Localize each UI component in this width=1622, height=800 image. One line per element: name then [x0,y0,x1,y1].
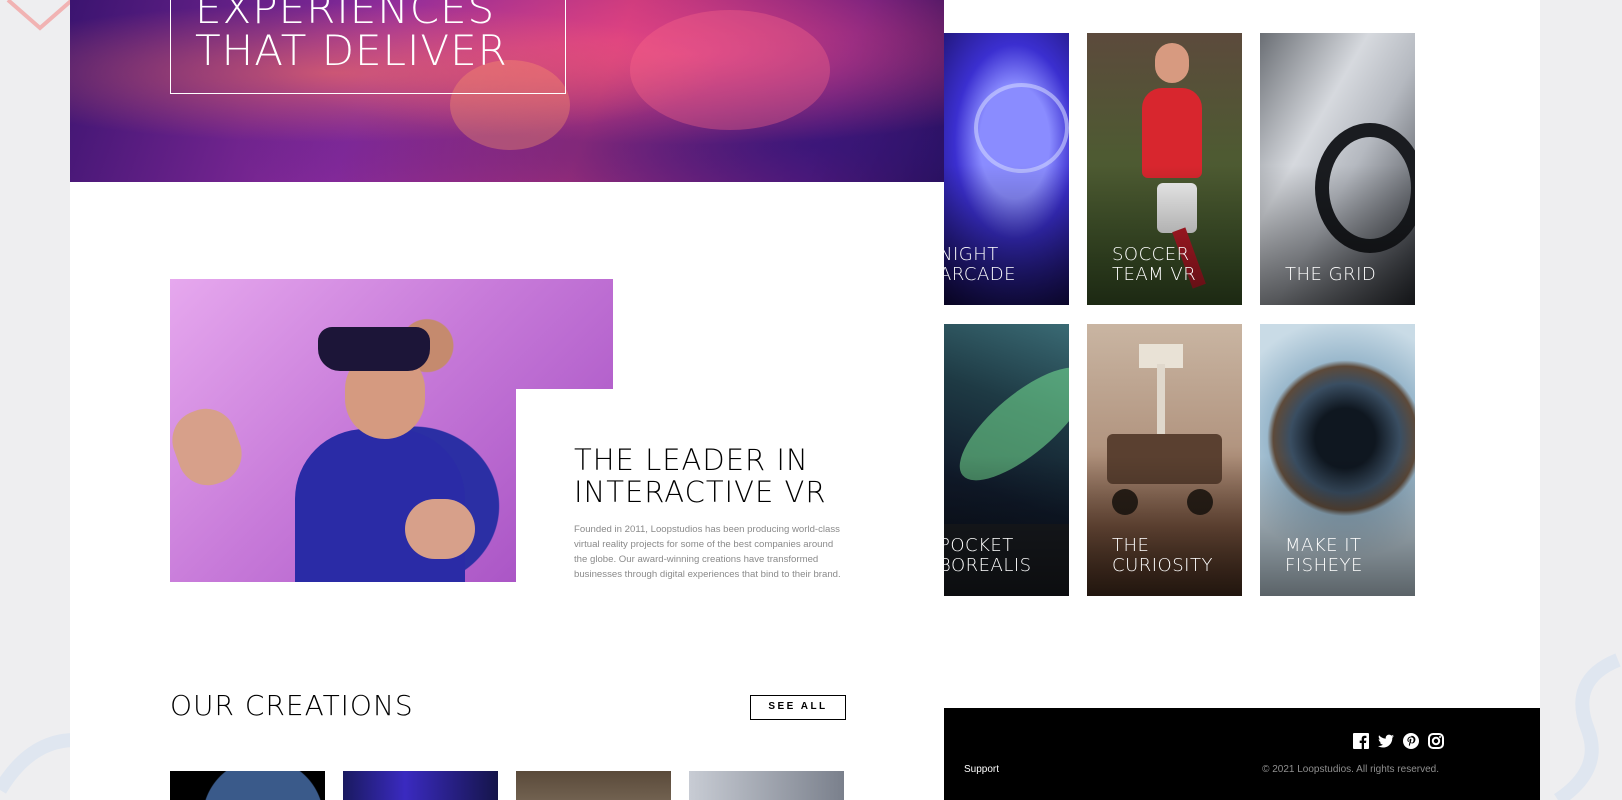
creations-panel: NIGHT ARCADE SOCCER TEAM VR THE GRID POC… [944,0,1540,800]
creation-thumbnail[interactable] [170,771,325,800]
copyright: © 2021 Loopstudios. All rights reserved. [1262,764,1439,775]
twitter-icon[interactable] [1378,733,1394,749]
pinterest-icon[interactable] [1403,733,1419,749]
card-label: SOCCER TEAM VR [1112,244,1197,285]
creation-thumbnail[interactable] [516,771,671,800]
creation-thumbnail[interactable] [689,771,844,800]
hero-title: EXPERIENCES THAT DELIVER [195,0,508,75]
card-label: POCKET BOREALIS [944,535,1032,576]
card-label: NIGHT ARCADE [944,244,1017,285]
about-description: Founded in 2011, Loopstudios has been pr… [574,524,841,580]
creations-heading: OUR CREATIONS [170,689,414,722]
about-title: THE LEADER IN INTERACTIVE VR [574,443,827,509]
footer [944,708,1540,800]
creation-card-pocket-borealis[interactable]: POCKET BOREALIS [944,324,1069,596]
creation-card-night-arcade[interactable]: NIGHT ARCADE [944,33,1069,305]
card-label: THE GRID [1285,264,1377,285]
creation-card-the-grid[interactable]: THE GRID [1260,33,1415,305]
creation-card-the-curiosity[interactable]: THE CURIOSITY [1087,324,1242,596]
background-decoration [0,733,76,794]
instagram-icon[interactable] [1428,733,1444,749]
card-label: THE CURIOSITY [1112,535,1213,576]
creation-card-soccer-team-vr[interactable]: SOCCER TEAM VR [1087,33,1242,305]
background-decoration [6,0,74,31]
creation-card-make-it-fisheye[interactable]: MAKE IT FISHEYE [1260,324,1415,596]
hero-image: EXPERIENCES THAT DELIVER [70,0,944,182]
background-decoration [1553,653,1621,800]
main-panel: EXPERIENCES THAT DELIVER THE LEADER IN I… [70,0,944,800]
creation-thumbnail[interactable] [343,771,498,800]
see-all-button[interactable]: SEE ALL [750,695,846,720]
card-label: MAKE IT FISHEYE [1285,535,1363,576]
facebook-icon[interactable] [1353,733,1369,749]
footer-link-support[interactable]: Support [964,764,999,775]
